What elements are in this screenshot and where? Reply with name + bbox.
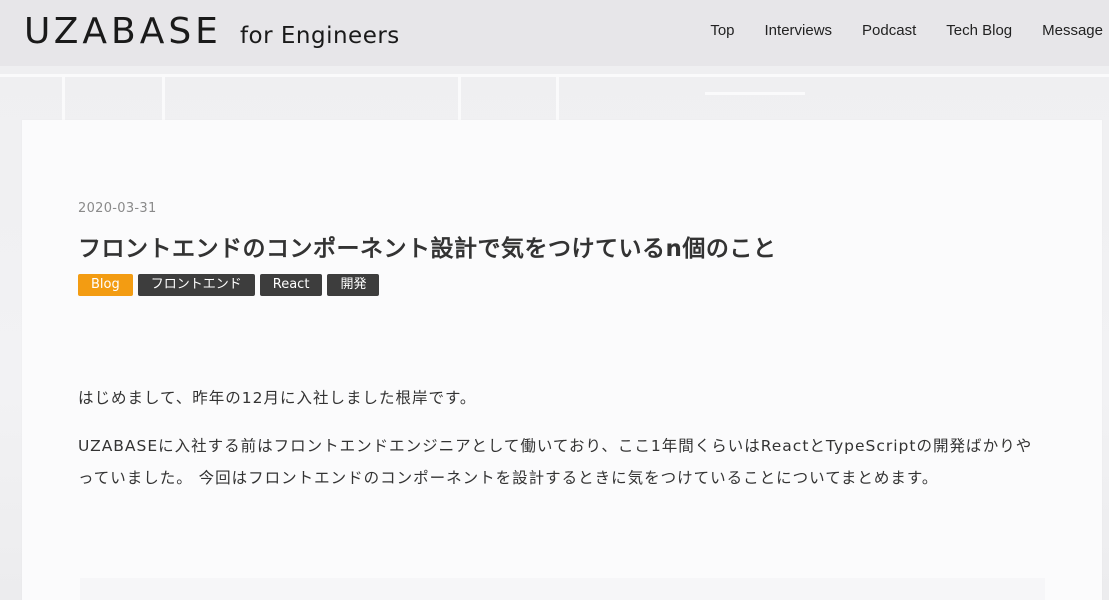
article-card xyxy=(22,120,1102,600)
site-logo[interactable]: UZABASE for Engineers xyxy=(24,11,400,53)
tag-blog[interactable]: Blog xyxy=(78,274,133,296)
tag-frontend[interactable]: フロントエンド xyxy=(137,274,255,296)
nav-item-message[interactable]: Message xyxy=(1042,22,1103,39)
nav-item-tech-blog[interactable]: Tech Blog xyxy=(946,22,1012,39)
site-header: UZABASE for Engineers Top Interviews Pod… xyxy=(0,0,1109,66)
page: UZABASE for Engineers Top Interviews Pod… xyxy=(0,0,1109,600)
article-date: 2020-03-31 xyxy=(78,201,157,216)
logo-main-text: UZABASE xyxy=(24,11,222,52)
nav-item-interviews[interactable]: Interviews xyxy=(765,22,833,39)
logo-sub-text: for Engineers xyxy=(239,23,400,49)
main-nav: Top Interviews Podcast Tech Blog Message xyxy=(710,22,1103,39)
bg-line xyxy=(0,74,1109,77)
tag-development[interactable]: 開発 xyxy=(327,274,380,296)
article-paragraph: UZABASEに入社する前はフロントエンドエンジニアとして働いており、ここ1年間… xyxy=(78,437,1033,487)
bg-line xyxy=(705,92,805,95)
nav-item-podcast[interactable]: Podcast xyxy=(862,22,916,39)
nav-item-top[interactable]: Top xyxy=(710,22,734,39)
article-paragraph: はじめまして、昨年の12月に入社しました根岸です。 xyxy=(78,389,477,407)
article-tags: Blog フロントエンド React 開発 xyxy=(78,274,380,296)
tag-react[interactable]: React xyxy=(259,274,323,296)
content-block xyxy=(80,578,1045,600)
article-title: フロントエンドのコンポーネント設計で気をつけているn個のこと xyxy=(78,236,777,262)
